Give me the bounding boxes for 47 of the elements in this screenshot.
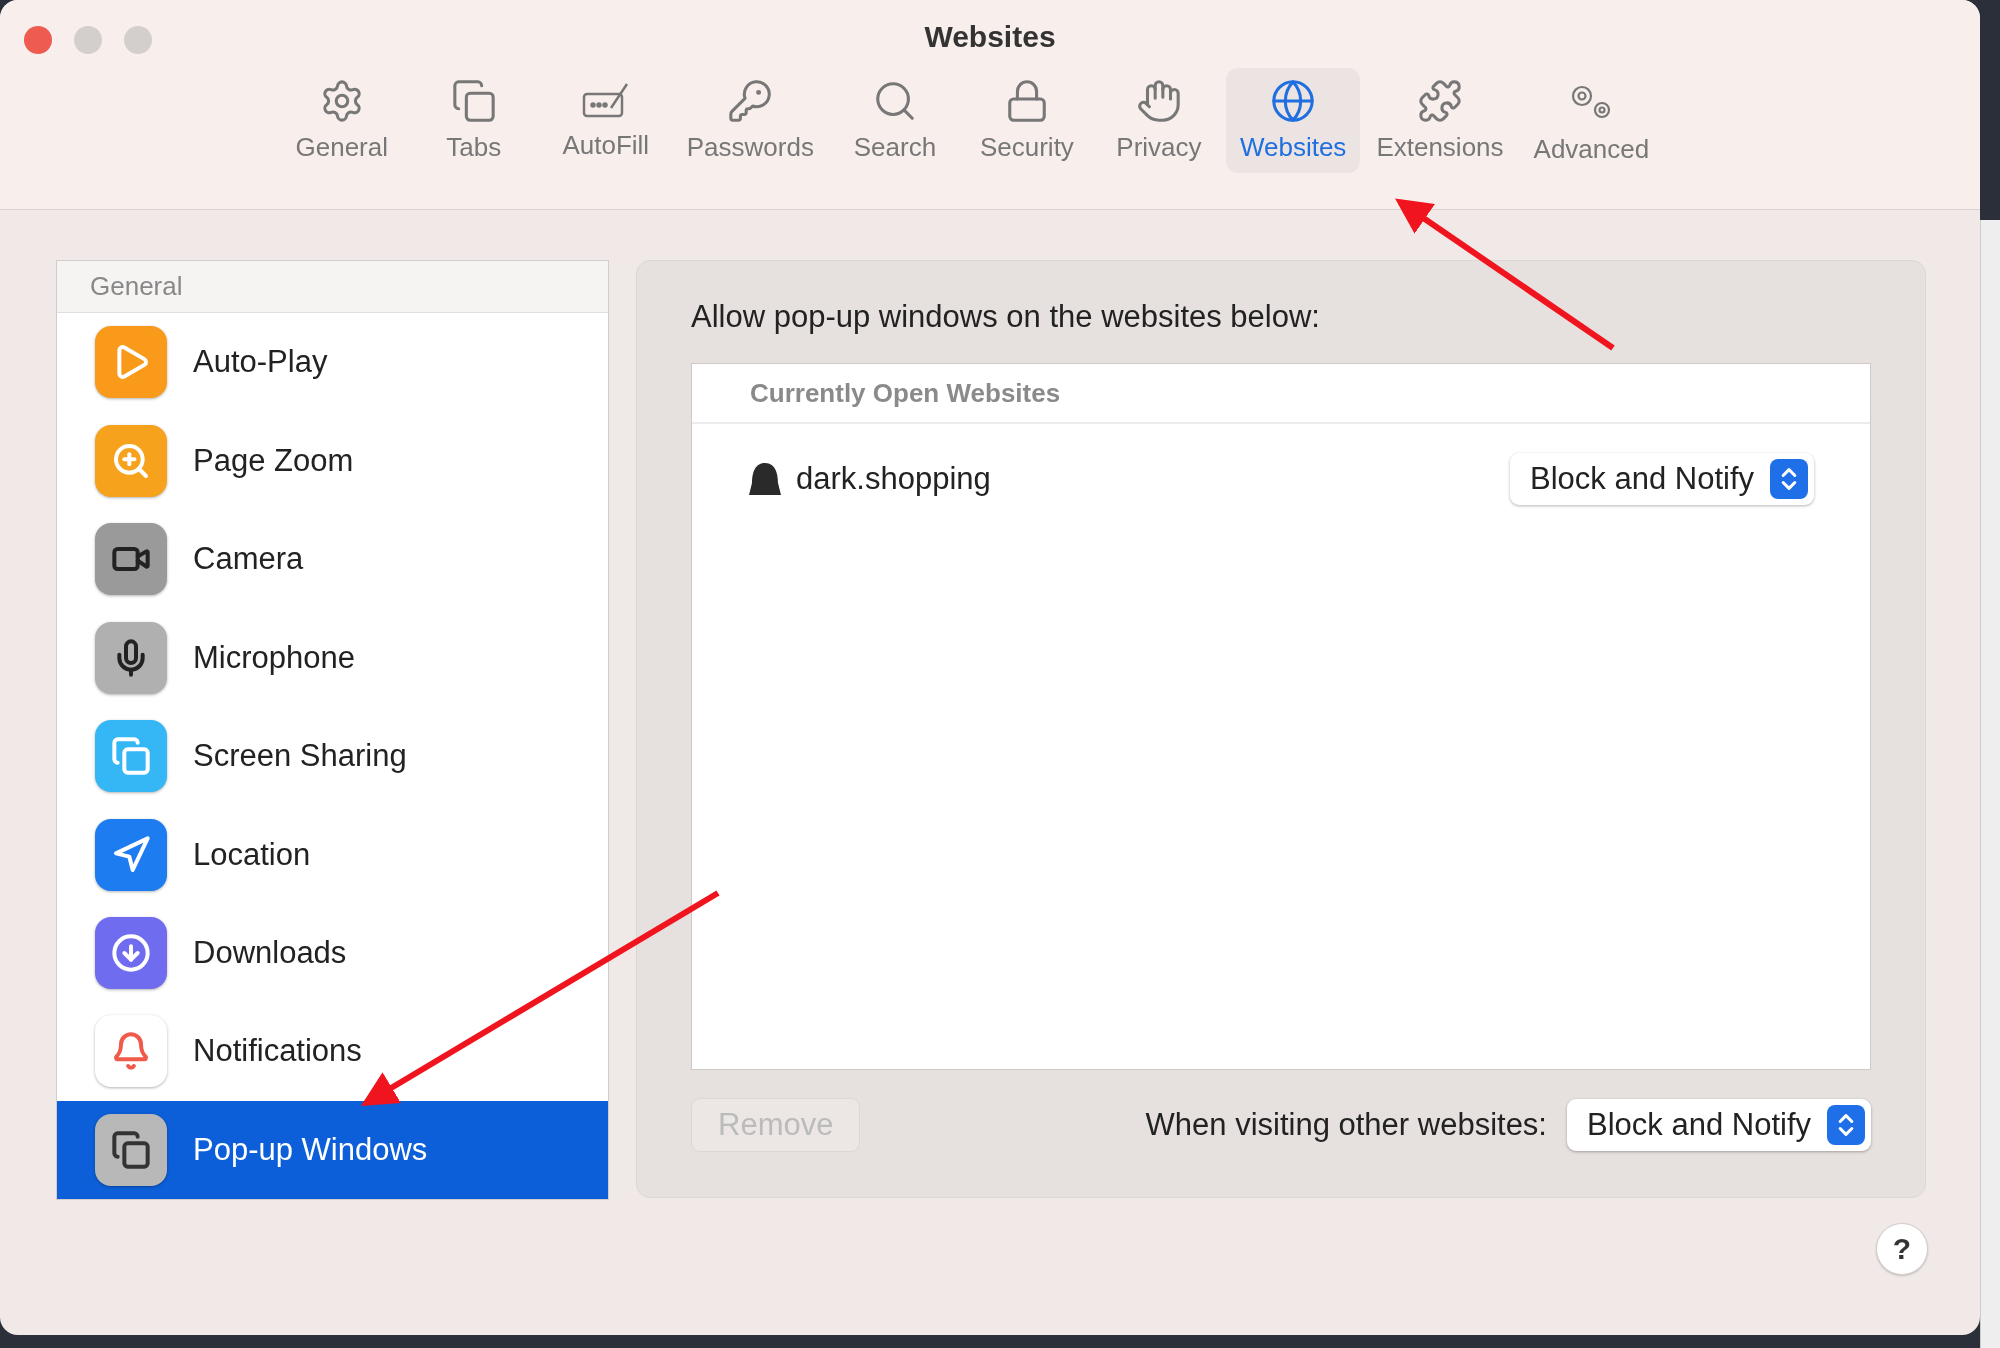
sidebar-item[interactable]: Camera <box>57 510 608 609</box>
sidebar-header: General <box>57 261 608 314</box>
toolbar-tab[interactable]: Extensions <box>1362 68 1518 173</box>
toolbar-tab[interactable]: Security <box>961 68 1092 173</box>
toolbar-tab[interactable]: AutoFill <box>540 68 671 173</box>
hand-icon <box>1135 78 1182 124</box>
windows-icon <box>95 1113 167 1186</box>
help-button[interactable]: ? <box>1876 1223 1928 1275</box>
sidebar-item[interactable]: Downloads <box>57 903 608 1003</box>
toolbar-tab[interactable]: Websites <box>1225 68 1361 173</box>
window-title: Websites <box>924 20 1056 54</box>
site-name: dark.shopping <box>796 461 992 497</box>
sidebar-item[interactable]: Page Zoom <box>57 411 608 511</box>
sidebar-item[interactable]: Auto-Play <box>57 313 608 412</box>
sidebar-item[interactable]: Screen Sharing <box>57 706 608 806</box>
close-button[interactable] <box>24 26 52 54</box>
key-icon <box>727 78 774 124</box>
setting-popup[interactable]: Block and Notify <box>1510 453 1814 505</box>
site-favicon-icon <box>748 461 782 497</box>
toolbar-tab[interactable]: Tabs <box>408 68 539 173</box>
sidebar-item[interactable]: Microphone <box>57 608 608 707</box>
stepper-icon <box>1770 459 1808 499</box>
panel-heading: Allow pop-up windows on the websites below: <box>691 299 1321 335</box>
sidebar-item[interactable]: Notifications <box>57 1002 608 1101</box>
other-websites-label: When visiting other websites: <box>1145 1107 1547 1143</box>
globe-icon <box>1270 78 1317 124</box>
download-icon <box>95 916 167 989</box>
microphone-icon <box>95 621 167 694</box>
zoom-button[interactable] <box>124 26 152 54</box>
table-header: Currently Open Websites <box>692 364 1870 424</box>
toolbar-tab[interactable]: General <box>276 68 407 173</box>
sidebar-item[interactable]: Location <box>57 805 608 904</box>
video-camera-icon <box>95 523 167 596</box>
stepper-icon <box>1827 1105 1865 1145</box>
puzzle-icon <box>1416 78 1463 124</box>
setting-popup[interactable]: Block and Notify <box>1567 1099 1871 1151</box>
play-icon <box>95 326 167 399</box>
toolbar-tab[interactable]: Advanced <box>1519 68 1664 173</box>
screen-sharing-icon <box>95 720 167 793</box>
toolbar-tab[interactable]: Passwords <box>672 68 828 173</box>
toolbar-tab[interactable]: Privacy <box>1093 68 1224 173</box>
zoom-icon <box>95 424 167 497</box>
toolbar-tab[interactable]: Search <box>829 68 960 173</box>
bell-icon <box>95 1015 167 1088</box>
sidebar-item[interactable]: Pop-up Windows <box>57 1100 608 1199</box>
tabs-icon <box>450 78 497 124</box>
minimize-button[interactable] <box>74 26 102 54</box>
